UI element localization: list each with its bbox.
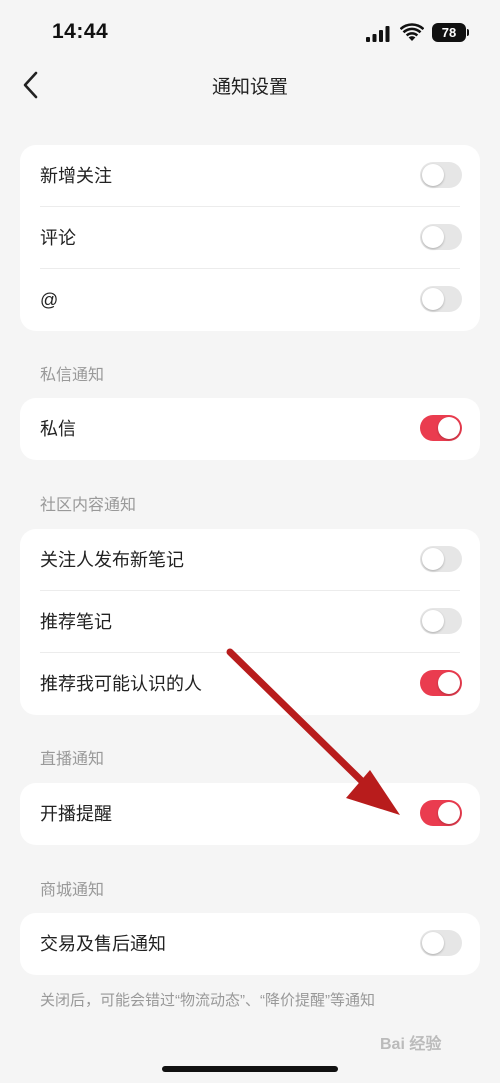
toggle-knob	[422, 288, 444, 310]
card-live: 开播提醒	[20, 783, 480, 845]
cellular-signal-icon	[366, 26, 390, 42]
card-mall: 交易及售后通知	[20, 913, 480, 975]
toggle-recommended-notes[interactable]	[420, 608, 462, 634]
toggle-knob	[438, 672, 460, 694]
section-header-mall: 商城通知	[40, 882, 105, 899]
toggle-mention[interactable]	[420, 286, 462, 312]
setting-row-private-message: 私信	[20, 398, 480, 460]
setting-label: 评论	[40, 228, 76, 248]
toggle-trade-after-sale[interactable]	[420, 930, 462, 956]
toggle-knob	[422, 610, 444, 632]
setting-row-mention: @	[20, 269, 480, 331]
toggle-knob	[422, 164, 444, 186]
toggle-knob	[422, 226, 444, 248]
toggle-new-follow[interactable]	[420, 162, 462, 188]
footnote: 关闭后，可能会错过“物流动态”、“降价提醒”等通知	[40, 992, 375, 1009]
toggle-knob	[438, 417, 460, 439]
setting-row-trade-after-sale: 交易及售后通知	[20, 913, 480, 975]
section-header-community: 社区内容通知	[40, 497, 137, 514]
status-bar: 14:44 78	[0, 0, 500, 64]
setting-label: 推荐我可能认识的人	[40, 674, 202, 694]
toggle-live-start[interactable]	[420, 800, 462, 826]
battery-tip	[467, 29, 469, 36]
battery-icon: 78	[432, 23, 466, 42]
setting-row-followed-new-note: 关注人发布新笔记	[20, 529, 480, 591]
setting-label: 开播提醒	[40, 804, 112, 824]
setting-row-recommended-notes: 推荐笔记	[20, 591, 480, 653]
toggle-followed-new-note[interactable]	[420, 546, 462, 572]
setting-label: 交易及售后通知	[40, 934, 166, 954]
section-header-private-message: 私信通知	[40, 367, 105, 384]
card-community: 关注人发布新笔记 推荐笔记 推荐我可能认识的人	[20, 529, 480, 715]
toggle-people-you-may-know[interactable]	[420, 670, 462, 696]
setting-label: 推荐笔记	[40, 612, 112, 632]
setting-label: 关注人发布新笔记	[40, 550, 184, 570]
watermark: Bai 经验	[380, 1036, 442, 1053]
setting-row-comment: 评论	[20, 207, 480, 269]
setting-row-people-you-may-know: 推荐我可能认识的人	[20, 653, 480, 715]
card-social: 新增关注 评论 @	[20, 145, 480, 331]
status-time: 14:44	[52, 20, 109, 43]
card-private-message: 私信	[20, 398, 480, 460]
setting-label: 新增关注	[40, 166, 112, 186]
home-indicator	[162, 1066, 338, 1072]
page-title: 通知设置	[211, 77, 288, 98]
setting-label: 私信	[40, 419, 76, 439]
toggle-knob	[438, 802, 460, 824]
toggle-comment[interactable]	[420, 224, 462, 250]
toggle-knob	[422, 932, 444, 954]
wifi-icon	[400, 23, 424, 41]
toggle-knob	[422, 548, 444, 570]
toggle-private-message[interactable]	[420, 415, 462, 441]
section-header-live: 直播通知	[40, 751, 105, 768]
setting-label: @	[40, 290, 59, 310]
nav-bar: 通知设置	[0, 60, 500, 108]
setting-row-new-follow: 新增关注	[20, 145, 480, 207]
setting-row-live-start: 开播提醒	[20, 783, 480, 845]
